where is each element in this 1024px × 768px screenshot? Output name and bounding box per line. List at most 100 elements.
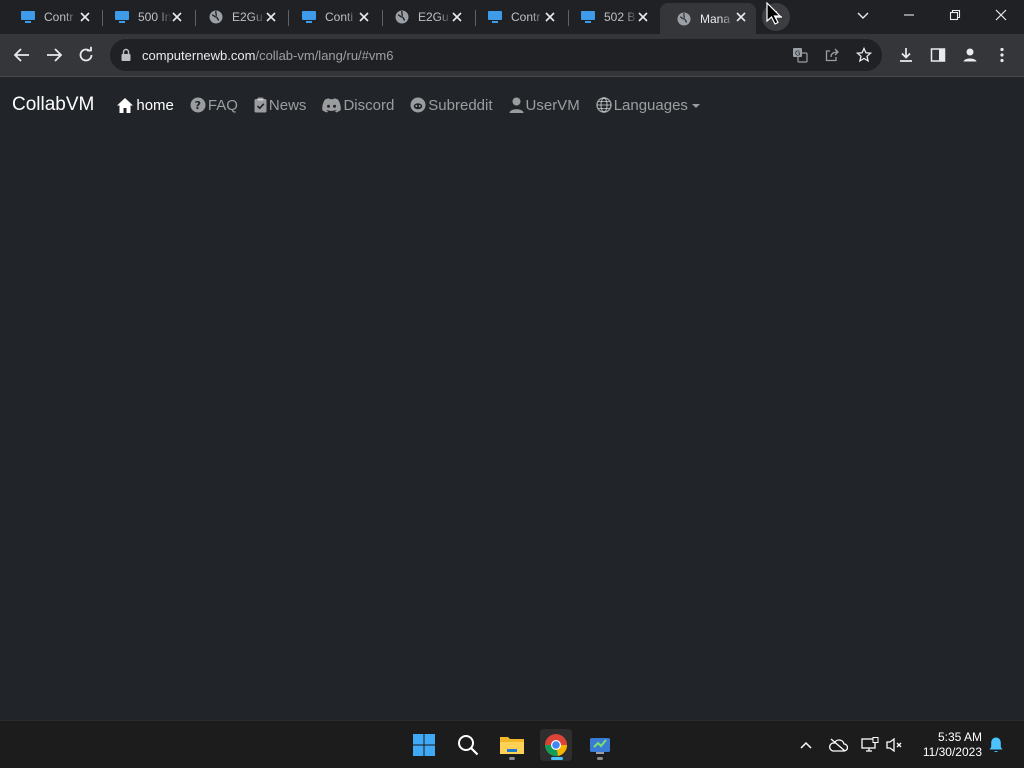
restore-button[interactable] <box>932 0 978 30</box>
side-panel-button[interactable] <box>924 41 952 69</box>
notification-button[interactable] <box>986 735 1006 755</box>
caret-down-icon <box>691 104 700 108</box>
nav-faq-label: FAQ <box>207 96 238 114</box>
lock-icon[interactable] <box>120 48 132 62</box>
taskbar-search-button[interactable] <box>452 729 484 761</box>
bookmark-star-icon[interactable] <box>856 47 872 63</box>
taskbar-vm-app[interactable] <box>584 729 616 761</box>
clipboard-check-icon <box>254 97 267 113</box>
nav-discord[interactable]: Discord <box>322 97 394 114</box>
site-navbar: CollabVM home ? FAQ News Discord Subredd… <box>0 77 1024 133</box>
arrow-right-icon <box>47 48 63 62</box>
site-brand[interactable]: CollabVM <box>12 94 94 116</box>
close-icon[interactable] <box>357 10 371 24</box>
cloud-offline-icon <box>829 738 848 752</box>
nav-faq[interactable]: ? FAQ <box>190 97 238 114</box>
show-hidden-icons-button[interactable] <box>796 735 816 755</box>
close-icon[interactable] <box>734 10 748 24</box>
nav-languages-dropdown[interactable]: Languages <box>595 96 700 114</box>
downloads-button[interactable] <box>892 41 920 69</box>
close-icon[interactable] <box>170 10 184 24</box>
reload-button[interactable] <box>72 41 100 69</box>
close-icon[interactable] <box>450 10 464 24</box>
browser-tab[interactable]: E2Gu <box>378 3 472 31</box>
nav-discord-label: Discord <box>343 96 395 114</box>
active-indicator <box>551 757 563 760</box>
browser-tab[interactable]: 500 In <box>98 3 192 31</box>
monitor-icon <box>488 11 502 23</box>
back-button[interactable] <box>8 41 36 69</box>
translate-icon[interactable]: G <box>792 47 808 63</box>
tab-search-button[interactable] <box>840 0 886 30</box>
tab-title: Conti <box>325 10 354 24</box>
profile-button[interactable] <box>956 41 984 69</box>
browser-tab[interactable]: Contr <box>471 3 565 31</box>
share-icon[interactable] <box>824 47 840 63</box>
url-host: computernewb.com <box>142 47 256 63</box>
minimize-button[interactable] <box>886 0 932 30</box>
system-clock[interactable]: 5:35 AM 11/30/2023 <box>923 730 982 760</box>
running-indicator <box>597 757 603 760</box>
nav-home[interactable]: home <box>116 97 174 114</box>
avatar-icon <box>963 48 977 62</box>
start-button[interactable] <box>408 729 440 761</box>
globe-icon <box>595 97 612 113</box>
clock-time: 5:35 AM <box>937 730 982 744</box>
forward-button[interactable] <box>40 41 68 69</box>
vm-app-icon <box>590 738 610 754</box>
globe-icon <box>209 10 223 24</box>
taskbar-chrome[interactable] <box>540 729 572 761</box>
close-icon[interactable] <box>78 10 92 24</box>
tab-title: Mana <box>700 11 731 26</box>
monitor-icon <box>115 11 129 23</box>
mouse-cursor-icon <box>766 2 782 25</box>
nav-news[interactable]: News <box>254 97 306 114</box>
menu-button[interactable] <box>988 41 1016 69</box>
monitor-icon <box>581 11 595 23</box>
browser-tab[interactable]: Contr <box>4 3 100 31</box>
browser-tab[interactable]: E2Gu <box>192 3 286 31</box>
home-icon <box>117 97 134 113</box>
page-content: CollabVM home ? FAQ News Discord Subredd… <box>0 77 1024 720</box>
tab-title: Contr <box>44 10 74 24</box>
monitor-icon <box>21 11 35 23</box>
nav-subreddit-label: Subreddit <box>428 96 493 114</box>
close-window-button[interactable] <box>978 0 1024 30</box>
chevron-down-icon <box>857 12 869 19</box>
browser-tab[interactable]: 502 B <box>564 3 658 31</box>
nav-subreddit[interactable]: Subreddit <box>410 96 493 114</box>
network-tray-icon[interactable] <box>860 735 880 755</box>
onedrive-tray-icon[interactable] <box>828 735 848 755</box>
browser-toolbar: computernewb.com/collab-vm/lang/ru/#vm6 … <box>0 34 1024 77</box>
tab-title: 502 B <box>604 10 636 24</box>
download-icon <box>900 48 912 62</box>
windows-taskbar: 5:35 AM 11/30/2023 <box>0 720 1024 768</box>
close-icon <box>995 9 1007 21</box>
reload-icon <box>79 46 93 62</box>
close-icon[interactable] <box>264 10 278 24</box>
nav-languages-label: Languages <box>613 96 688 114</box>
globe-icon <box>395 10 409 24</box>
nav-uservm[interactable]: UserVM <box>509 97 580 114</box>
taskbar-file-explorer[interactable] <box>496 729 528 761</box>
tab-title: E2Gu <box>232 10 263 24</box>
kebab-menu-icon <box>1000 47 1004 63</box>
browser-tab[interactable]: Conti <box>285 3 379 31</box>
search-icon <box>458 735 479 756</box>
address-bar[interactable]: computernewb.com/collab-vm/lang/ru/#vm6 … <box>110 39 882 71</box>
clock-date: 11/30/2023 <box>922 745 982 759</box>
close-icon[interactable] <box>543 10 557 24</box>
volume-tray-icon[interactable] <box>884 735 904 755</box>
person-icon <box>509 97 524 113</box>
reddit-icon <box>410 97 426 113</box>
browser-tab-active[interactable]: Mana <box>660 3 756 34</box>
network-monitor-icon <box>861 737 879 752</box>
start-icon <box>413 734 435 756</box>
tab-strip: Contr 500 In E2Gu Conti E2Gu Contr 502 B <box>0 0 1024 34</box>
svg-text:G: G <box>795 50 800 58</box>
minimize-icon <box>904 14 914 16</box>
nav-uservm-label: UserVM <box>525 96 580 114</box>
url-path: /collab-vm/lang/ru/#vm6 <box>255 47 394 63</box>
question-circle-icon: ? <box>190 97 206 113</box>
close-icon[interactable] <box>636 10 650 24</box>
